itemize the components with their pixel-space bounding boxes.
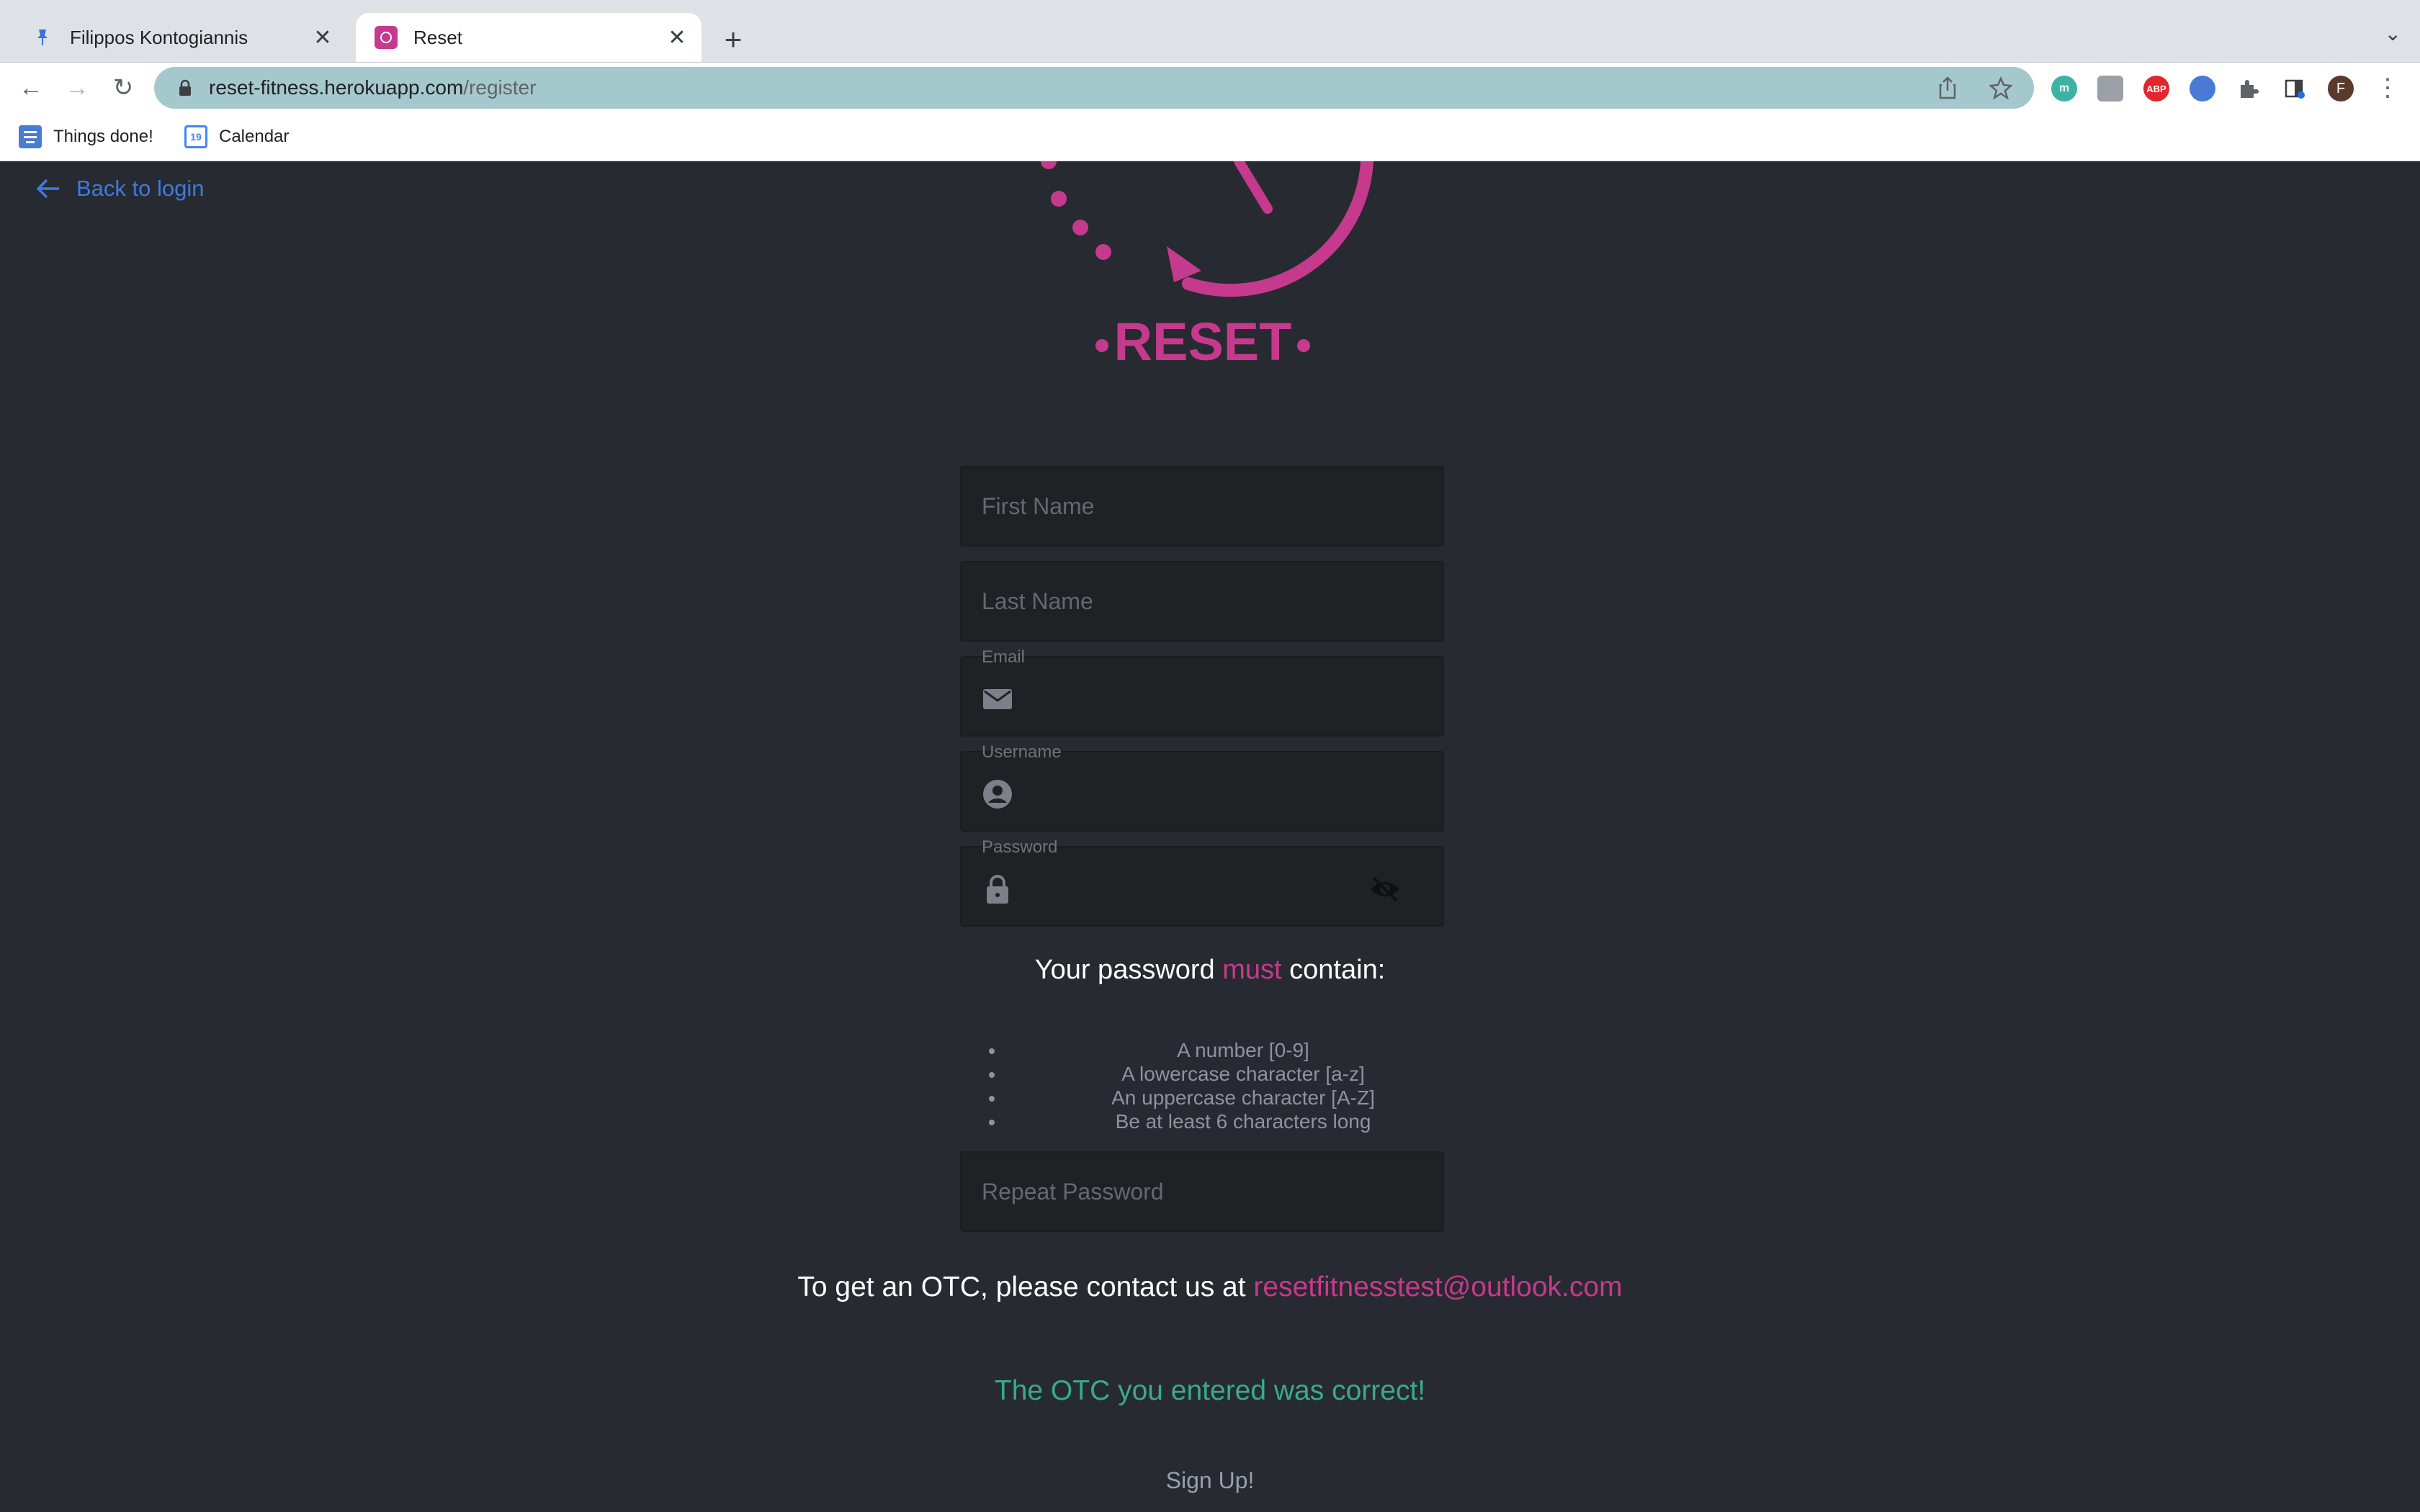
- list-item: An uppercase character [A-Z]: [1005, 1086, 1481, 1110]
- last-name-field[interactable]: Last Name: [960, 561, 1444, 642]
- share-icon[interactable]: [1937, 76, 1958, 103]
- extension-clock-icon[interactable]: [2190, 76, 2215, 102]
- visibility-off-icon[interactable]: [1368, 875, 1402, 904]
- back-to-login-label: Back to login: [76, 176, 205, 201]
- side-panel-icon[interactable]: [2282, 76, 2308, 102]
- back-to-login-link[interactable]: Back to login: [36, 176, 205, 202]
- bookmark-label: Things done!: [53, 127, 153, 146]
- calendar-icon-text: 19: [190, 131, 202, 143]
- address-bar[interactable]: reset-fitness.herokuapp.com/register: [154, 67, 2034, 109]
- password-rules-intro: Your password: [1034, 955, 1215, 985]
- password-rules-list: A number [0-9] A lowercase character [a-…: [994, 1038, 1481, 1133]
- close-tab-icon[interactable]: ✕: [308, 25, 337, 50]
- reload-icon[interactable]: ↻: [107, 71, 140, 104]
- list-item: Be at least 6 characters long: [1005, 1110, 1481, 1133]
- email-label: Email: [982, 647, 1026, 667]
- new-tab-icon[interactable]: +: [713, 22, 753, 62]
- browser-menu-icon[interactable]: ⋮: [2371, 71, 2404, 104]
- bookmarks-bar: Things done! 19 Calendar: [0, 114, 2420, 161]
- adblock-label: ABP: [2146, 83, 2166, 94]
- sign-up-button[interactable]: Sign Up!: [0, 1467, 2420, 1494]
- reset-favicon-icon: [375, 26, 398, 49]
- email-field[interactable]: Email: [960, 647, 1444, 737]
- otc-status-message: The OTC you entered was correct!: [994, 1375, 1426, 1406]
- repeat-password-placeholder: Repeat Password: [982, 1179, 1164, 1205]
- logo-text: RESET: [1114, 312, 1292, 372]
- bookmark-label: Calendar: [219, 127, 290, 146]
- tab-strip: Filippos Kontogiannis ✕ Reset ✕ + ⌄: [0, 0, 2420, 62]
- back-arrow-icon[interactable]: ←: [14, 71, 48, 104]
- adblock-plus-icon[interactable]: ABP: [2143, 76, 2169, 102]
- close-tab-icon[interactable]: ✕: [663, 25, 691, 50]
- tab-reset[interactable]: Reset ✕: [356, 13, 702, 62]
- extension-chat-icon[interactable]: [2097, 76, 2123, 102]
- username-field[interactable]: Username: [960, 742, 1444, 832]
- tab-filippos[interactable]: Filippos Kontogiannis ✕: [12, 13, 347, 62]
- otc-contact-text: To get an OTC, please contact us at rese…: [0, 1272, 2420, 1303]
- email-icon: [983, 689, 1012, 709]
- url-path: /register: [463, 76, 537, 99]
- tab-title: Reset: [413, 26, 462, 48]
- password-field[interactable]: Password: [960, 837, 1444, 927]
- last-name-placeholder: Last Name: [982, 588, 1093, 614]
- lock-icon: [176, 78, 194, 97]
- username-label: Username: [982, 742, 1062, 762]
- list-item: A number [0-9]: [1005, 1038, 1481, 1062]
- profile-initial: F: [2336, 80, 2346, 96]
- pin-icon: [31, 26, 54, 49]
- extension-m-icon[interactable]: m: [2051, 76, 2077, 102]
- password-requirements-title: Your password must contain:: [0, 955, 2420, 986]
- tab-title: Filippos Kontogiannis: [70, 26, 248, 48]
- account-circle-icon: [983, 780, 1012, 809]
- password-rules-must: must: [1222, 955, 1282, 985]
- browser-toolbar: ← → ↻ reset-fitness.herokuapp.com/regist…: [0, 62, 2420, 114]
- lock-icon: [987, 875, 1008, 904]
- profile-avatar[interactable]: F: [2328, 76, 2354, 102]
- url-host: reset-fitness.herokuapp.com: [209, 76, 464, 99]
- bookmark-things-done[interactable]: Things done!: [19, 124, 153, 150]
- forward-arrow-icon[interactable]: →: [60, 71, 94, 104]
- bookmark-calendar[interactable]: 19 Calendar: [184, 124, 289, 150]
- otc-email-link[interactable]: resetfitnesstest@outlook.com: [1253, 1272, 1622, 1302]
- password-label: Password: [982, 837, 1058, 857]
- reset-logo: RESET: [1041, 161, 1373, 372]
- arrow-left-icon: [36, 179, 59, 199]
- extensions-puzzle-icon[interactable]: [2236, 76, 2262, 102]
- password-rules-end: contain:: [1289, 955, 1386, 985]
- tab-search-chevron-icon[interactable]: ⌄: [2385, 22, 2401, 45]
- repeat-password-field[interactable]: Repeat Password: [960, 1151, 1444, 1232]
- docs-icon: [19, 125, 42, 148]
- otc-text: To get an OTC, please contact us at: [797, 1272, 1246, 1302]
- list-item: A lowercase character [a-z]: [1005, 1062, 1481, 1086]
- first-name-placeholder: First Name: [982, 493, 1095, 519]
- url-text: reset-fitness.herokuapp.com/register: [209, 76, 536, 99]
- calendar-icon: 19: [184, 125, 207, 148]
- first-name-field[interactable]: First Name: [960, 466, 1444, 546]
- register-page: Back to login RESET First Name Last Name…: [0, 161, 2420, 1512]
- extension-m-label: m: [2058, 82, 2070, 94]
- bookmark-star-icon[interactable]: [1989, 76, 2013, 103]
